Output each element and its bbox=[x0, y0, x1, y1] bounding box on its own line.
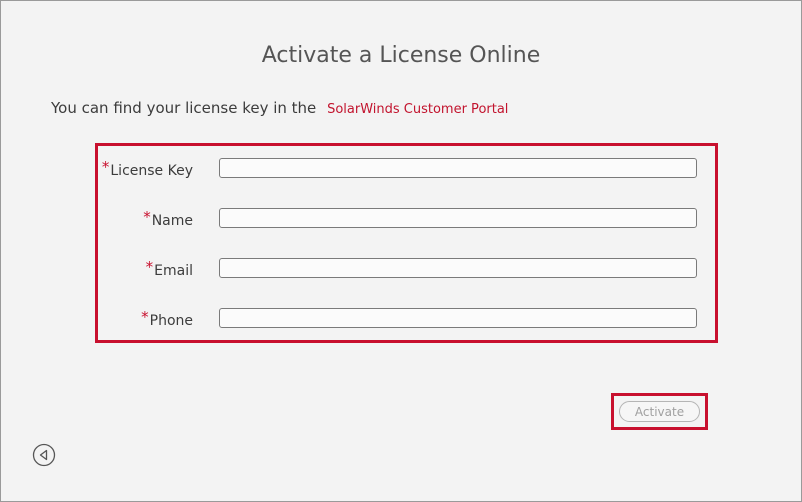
customer-portal-link[interactable]: SolarWinds Customer Portal bbox=[327, 102, 508, 117]
license-key-hint: You can find your license key in the Sol… bbox=[51, 99, 508, 117]
email-row: *Email bbox=[98, 258, 715, 282]
activate-button[interactable]: Activate bbox=[619, 401, 700, 422]
phone-label-text: Phone bbox=[149, 313, 193, 329]
back-arrow-icon bbox=[32, 443, 56, 467]
email-label-text: Email bbox=[154, 263, 193, 279]
email-input[interactable] bbox=[219, 258, 697, 278]
required-marker: * bbox=[101, 158, 110, 176]
required-marker: * bbox=[145, 258, 154, 276]
required-marker: * bbox=[143, 208, 151, 226]
license-key-label: *License Key bbox=[101, 158, 193, 179]
hint-text: You can find your license key in the bbox=[51, 99, 317, 117]
activate-highlight: Activate bbox=[611, 393, 708, 430]
name-label-text: Name bbox=[151, 213, 193, 229]
back-button[interactable] bbox=[32, 443, 56, 467]
page-title: Activate a License Online bbox=[261, 43, 541, 68]
phone-input[interactable] bbox=[219, 308, 697, 328]
activation-dialog: Activate a License Online You can find y… bbox=[0, 0, 802, 502]
license-key-label-text: License Key bbox=[110, 163, 193, 179]
name-label: *Name bbox=[143, 208, 193, 229]
phone-label: *Phone bbox=[141, 308, 193, 329]
required-marker: * bbox=[141, 308, 149, 326]
license-form: *License Key *Name *Email *Phone bbox=[95, 143, 718, 343]
email-label: *Email bbox=[145, 258, 193, 279]
phone-row: *Phone bbox=[98, 308, 715, 332]
name-row: *Name bbox=[98, 208, 715, 232]
name-input[interactable] bbox=[219, 208, 697, 228]
license-key-input[interactable] bbox=[219, 158, 697, 178]
license-key-row: *License Key bbox=[98, 158, 715, 182]
